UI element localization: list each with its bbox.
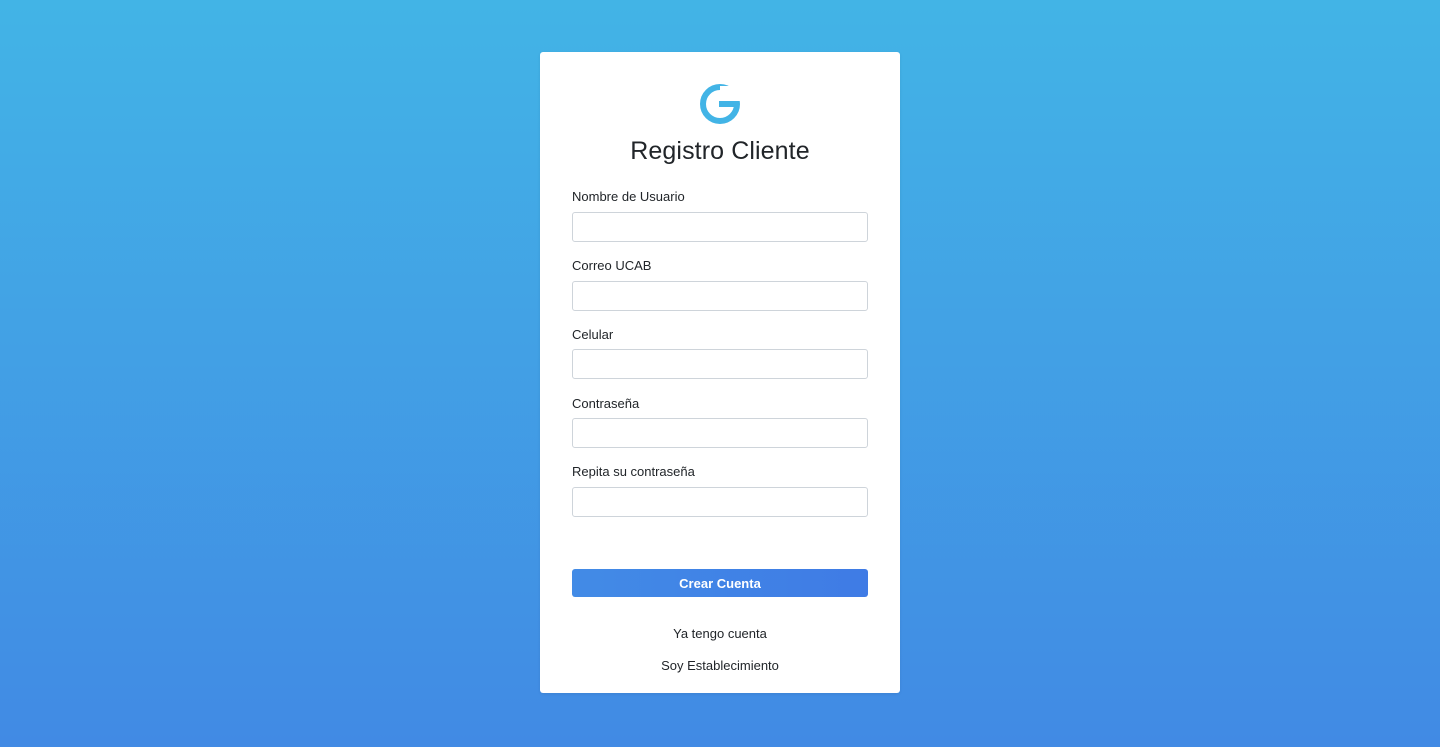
repeat-password-label: Repita su contraseña bbox=[572, 464, 695, 479]
have-account-link[interactable]: Ya tengo cuenta bbox=[540, 626, 900, 641]
username-label: Nombre de Usuario bbox=[572, 189, 685, 204]
username-input[interactable] bbox=[572, 212, 868, 242]
email-input[interactable] bbox=[572, 281, 868, 311]
phone-input[interactable] bbox=[572, 349, 868, 379]
establishment-link[interactable]: Soy Establecimiento bbox=[540, 658, 900, 673]
create-account-button[interactable]: Crear Cuenta bbox=[572, 569, 868, 597]
register-card: Registro Cliente Nombre de Usuario Corre… bbox=[540, 52, 900, 693]
g-logo-icon bbox=[700, 84, 741, 124]
password-label: Contraseña bbox=[572, 396, 640, 411]
repeat-password-input[interactable] bbox=[572, 487, 868, 517]
page-title: Registro Cliente bbox=[630, 137, 810, 165]
password-input[interactable] bbox=[572, 418, 868, 448]
email-label: Correo UCAB bbox=[572, 258, 652, 273]
phone-label: Celular bbox=[572, 327, 614, 342]
